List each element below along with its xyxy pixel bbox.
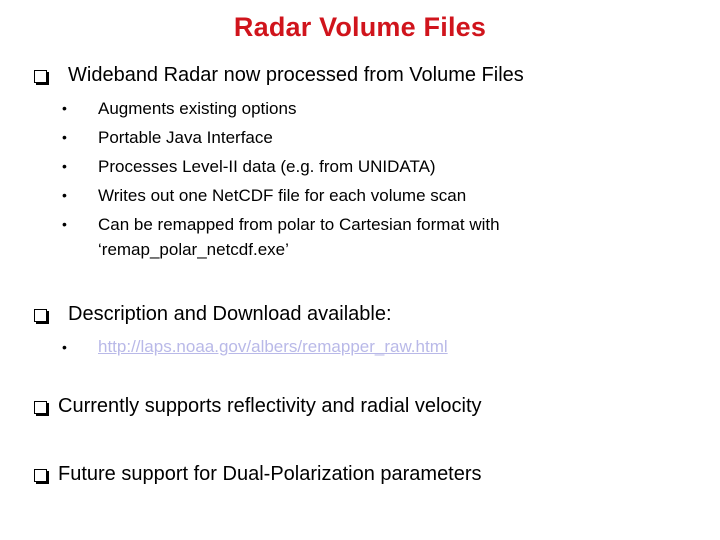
bullet-dot-icon: •	[62, 158, 67, 174]
checkbox-square-icon	[34, 401, 47, 414]
section-2-heading: Description and Download available:	[68, 303, 392, 325]
checkbox-square-icon	[34, 469, 47, 482]
checkbox-square-icon	[34, 70, 47, 83]
list-item: Can be remapped from polar to Cartesian …	[98, 215, 500, 234]
list-item: Portable Java Interface	[98, 128, 273, 147]
list-item-continuation: ‘remap_polar_netcdf.exe’	[98, 240, 289, 259]
checkbox-square-icon	[34, 309, 47, 322]
bullet-dot-icon: •	[62, 100, 67, 116]
section-3-heading: Currently supports reflectivity and radi…	[58, 395, 482, 417]
slide-title: Radar Volume Files	[233, 12, 487, 42]
list-item: Processes Level-II data (e.g. from UNIDA…	[98, 157, 436, 176]
download-link[interactable]: http://laps.noaa.gov/albers/remapper_raw…	[98, 337, 448, 357]
section-4-heading: Future support for Dual-Polarization par…	[58, 463, 482, 485]
list-item: Augments existing options	[98, 99, 297, 118]
bullet-dot-icon: •	[62, 187, 67, 203]
bullet-dot-icon: •	[62, 129, 67, 145]
bullet-dot-icon: •	[62, 339, 67, 355]
list-item: Writes out one NetCDF file for each volu…	[98, 186, 467, 205]
bullet-dot-icon: •	[62, 216, 67, 232]
section-1-heading: Wideband Radar now processed from Volume…	[68, 64, 524, 86]
